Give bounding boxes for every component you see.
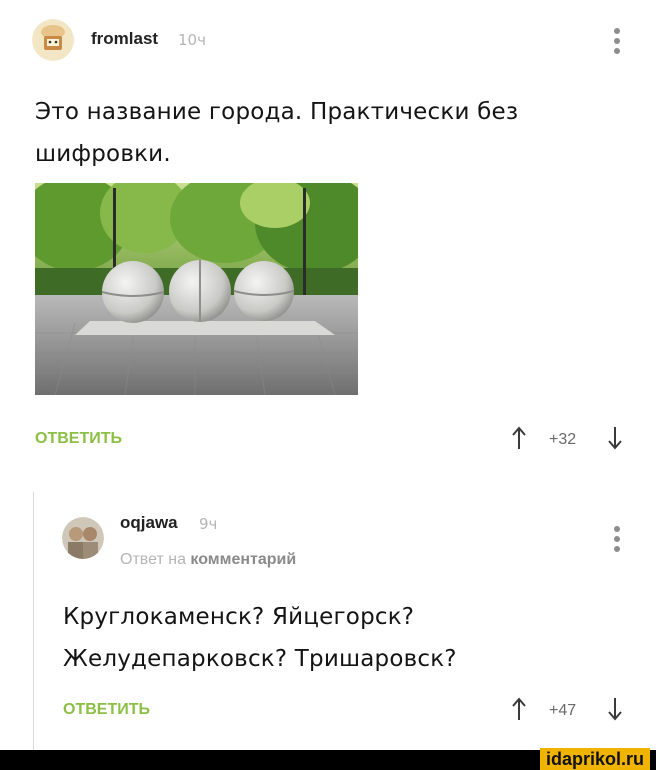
upvote-arrow-icon[interactable]: [511, 426, 527, 450]
post-reply-button[interactable]: ОТВЕТИТЬ: [35, 430, 122, 448]
avatar[interactable]: [32, 19, 74, 61]
watermark-logo: idaprikol.ru: [539, 748, 650, 770]
comment-avatar-image: [62, 517, 104, 559]
post-rating: +32: [549, 431, 577, 448]
comment-upvote-arrow-icon[interactable]: [511, 697, 527, 721]
more-dots-icon[interactable]: [614, 28, 620, 54]
comment-text-line-1: Круглокаменск? Яйцегорск?: [63, 604, 415, 630]
comment-more-dots-icon[interactable]: [614, 526, 620, 552]
comment-downvote-arrow-icon[interactable]: [607, 697, 623, 721]
downvote-arrow-icon[interactable]: [607, 426, 623, 450]
post-text-line-2: шифровки.: [35, 141, 171, 167]
reply-to-prefix: Ответ на: [120, 551, 186, 568]
post-username[interactable]: fromlast: [91, 29, 158, 49]
comment-text-line-2: Желудепарковск? Тришаровск?: [63, 646, 457, 672]
reply-to-info: Ответ на комментарий: [120, 551, 296, 569]
comment-avatar[interactable]: [62, 517, 104, 559]
comment-reply-button[interactable]: ОТВЕТИТЬ: [63, 701, 150, 719]
comment-rating: +47: [549, 702, 577, 719]
post-text-line-1: Это название города. Практически без: [35, 99, 519, 125]
comment-time: 9ч: [199, 515, 218, 533]
post-time: 10ч: [178, 31, 206, 49]
comment-username[interactable]: oqjawa: [120, 513, 178, 533]
thread-line: [33, 492, 34, 750]
avatar-image: [32, 19, 74, 61]
reply-to-link[interactable]: комментарий: [190, 551, 296, 568]
post-image[interactable]: [20, 173, 375, 396]
